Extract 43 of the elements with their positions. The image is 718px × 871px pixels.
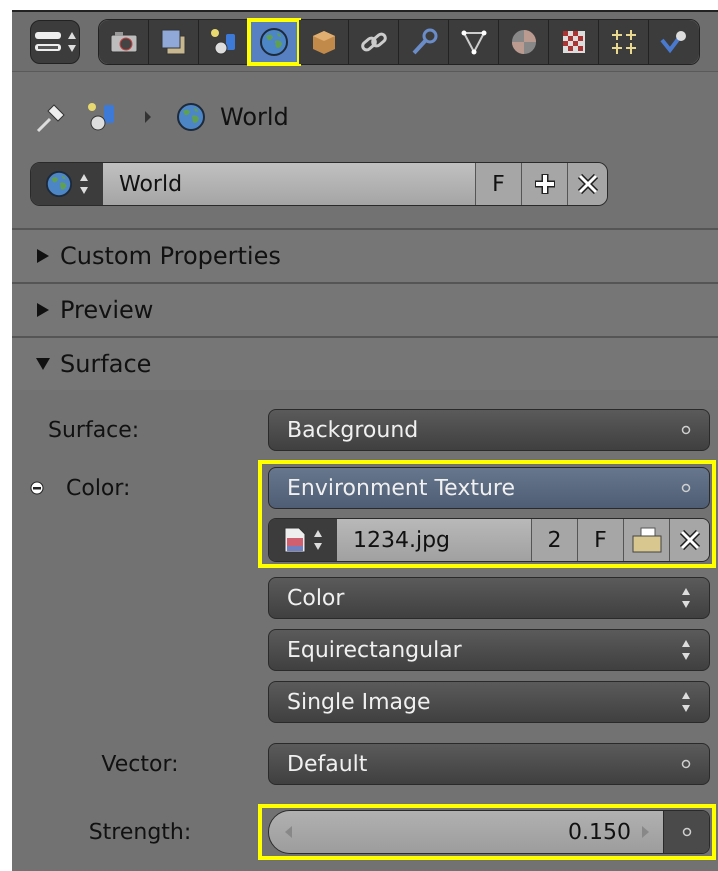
- context-tab[interactable]: [599, 20, 649, 64]
- globe-icon: [258, 26, 288, 56]
- down-triangle-icon: [36, 357, 50, 371]
- material-sphere-icon: [510, 28, 538, 56]
- enum-dropdown[interactable]: Single Image: [268, 681, 710, 723]
- breadcrumb-label: World: [220, 102, 289, 133]
- up-down-arrows-icon: [681, 587, 691, 609]
- up-down-arrows-icon: [67, 30, 77, 52]
- dot-icon: [681, 483, 691, 493]
- right-triangle-icon: [36, 249, 50, 263]
- node-menu-button[interactable]: Background: [268, 409, 710, 451]
- editor-type-button[interactable]: [30, 20, 80, 64]
- context-tab[interactable]: [299, 20, 349, 64]
- context-tab[interactable]: [199, 20, 249, 64]
- right-triangle-icon: [144, 111, 152, 123]
- triangle-vertices-icon: [460, 28, 488, 56]
- dot-icon: [681, 425, 691, 435]
- right-triangle-icon: [36, 303, 50, 317]
- globe-icon: [176, 102, 206, 132]
- context-tab[interactable]: [649, 20, 699, 64]
- enum-dropdown[interactable]: Color: [268, 577, 710, 619]
- context-tab[interactable]: [349, 20, 399, 64]
- context-tab[interactable]: [549, 20, 599, 64]
- panel-header[interactable]: Preview: [12, 284, 718, 336]
- field-label: Color:: [66, 474, 130, 502]
- dot-icon: [681, 759, 691, 769]
- enum-dropdown[interactable]: Equirectangular: [268, 629, 710, 671]
- context-tab[interactable]: [149, 20, 199, 64]
- field-label: Strength:: [88, 818, 192, 846]
- panel-header[interactable]: Custom Properties: [12, 230, 718, 282]
- up-down-arrows-icon: [681, 691, 691, 713]
- image-stack-icon: [158, 28, 188, 56]
- context-tab[interactable]: [449, 20, 499, 64]
- node-menu-button[interactable]: Default: [268, 743, 710, 785]
- panel-header[interactable]: Surface: [12, 338, 718, 390]
- field-label: Surface:: [48, 416, 140, 444]
- up-down-arrows-icon: [681, 639, 691, 661]
- disconnect-socket-icon[interactable]: [30, 481, 44, 495]
- field-label: Vector:: [101, 750, 179, 778]
- context-tab[interactable]: [499, 20, 549, 64]
- node-menu-button[interactable]: Environment Texture: [268, 467, 710, 509]
- context-tab[interactable]: [249, 20, 299, 64]
- context-tab[interactable]: [99, 20, 149, 64]
